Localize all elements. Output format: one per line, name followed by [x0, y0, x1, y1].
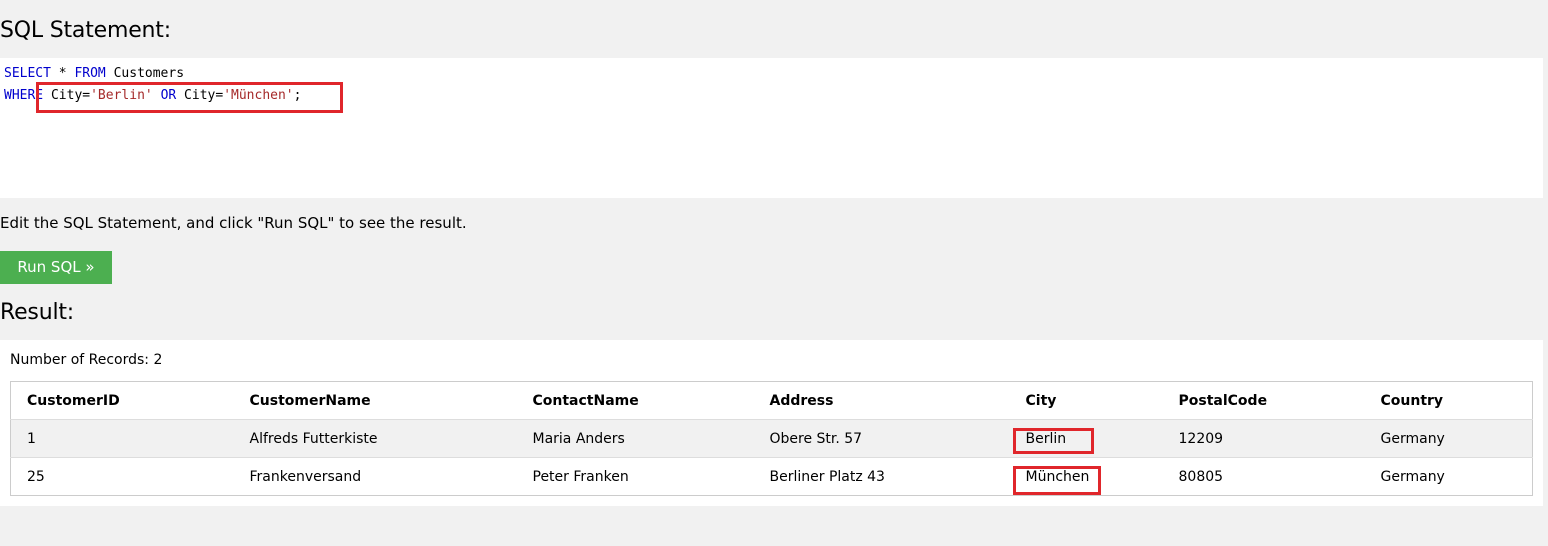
table-row: 25 Frankenversand Peter Franken Berliner…: [10, 457, 1533, 496]
table-row: 1 Alfreds Futterkiste Maria Anders Obere…: [10, 419, 1533, 458]
sql-token: ;: [293, 88, 302, 103]
cell-address: Obere Str. 57: [769, 430, 863, 447]
sql-keyword-or: OR: [160, 88, 177, 103]
run-sql-button[interactable]: Run SQL »: [0, 251, 112, 284]
cell-postalcode: 12209: [1178, 430, 1224, 447]
record-count: Number of Records: 2: [10, 352, 163, 368]
sql-keyword-from: FROM: [74, 66, 106, 81]
column-header-contactname: ContactName: [532, 392, 639, 409]
column-header-address: Address: [769, 392, 834, 409]
sql-line-2[interactable]: WHERE City='Berlin' OR City='München';: [4, 85, 1539, 107]
cell-country: Germany: [1380, 430, 1445, 447]
cell-customerid: 25: [27, 468, 45, 485]
sql-line-1[interactable]: SELECT * FROM Customers: [4, 63, 1539, 85]
sql-token: City=: [43, 88, 91, 103]
result-heading: Result:: [0, 300, 74, 325]
table-header-row: CustomerID CustomerName ContactName Addr…: [11, 382, 1533, 420]
column-header-postalcode: PostalCode: [1178, 392, 1268, 409]
sql-editor[interactable]: SELECT * FROM Customers WHERE City='Berl…: [0, 58, 1543, 198]
cell-contactname: Peter Franken: [532, 468, 629, 485]
cell-address: Berliner Platz 43: [769, 468, 885, 485]
cell-customerid: 1: [27, 430, 36, 447]
sql-statement-heading: SQL Statement:: [0, 18, 171, 43]
instruction-text: Edit the SQL Statement, and click "Run S…: [0, 214, 467, 232]
sql-string-berlin: 'Berlin': [90, 88, 153, 103]
column-header-country: Country: [1380, 392, 1444, 409]
cell-customername: Alfreds Futterkiste: [249, 430, 378, 447]
sql-token: City=: [176, 88, 224, 103]
sql-table-name: Customers: [105, 66, 185, 81]
sql-string-munchen: 'München': [223, 88, 294, 103]
result-table: CustomerID CustomerName ContactName Addr…: [10, 381, 1533, 496]
cell-country: Germany: [1380, 468, 1445, 485]
result-panel: Number of Records: 2 CustomerID Customer…: [0, 340, 1543, 506]
sql-keyword-select: SELECT: [4, 66, 51, 81]
sql-keyword-where: WHERE: [4, 88, 44, 103]
column-header-customerid: CustomerID: [27, 392, 120, 409]
column-header-city: City: [1025, 392, 1057, 409]
page: SQL Statement: SELECT * FROM Customers W…: [0, 0, 1548, 546]
cell-contactname: Maria Anders: [532, 430, 625, 447]
cell-city: Berlin: [1025, 430, 1067, 447]
column-header-customername: CustomerName: [249, 392, 371, 409]
cell-city: München: [1025, 468, 1090, 485]
cell-postalcode: 80805: [1178, 468, 1224, 485]
sql-token: *: [50, 66, 75, 81]
cell-customername: Frankenversand: [249, 468, 362, 485]
